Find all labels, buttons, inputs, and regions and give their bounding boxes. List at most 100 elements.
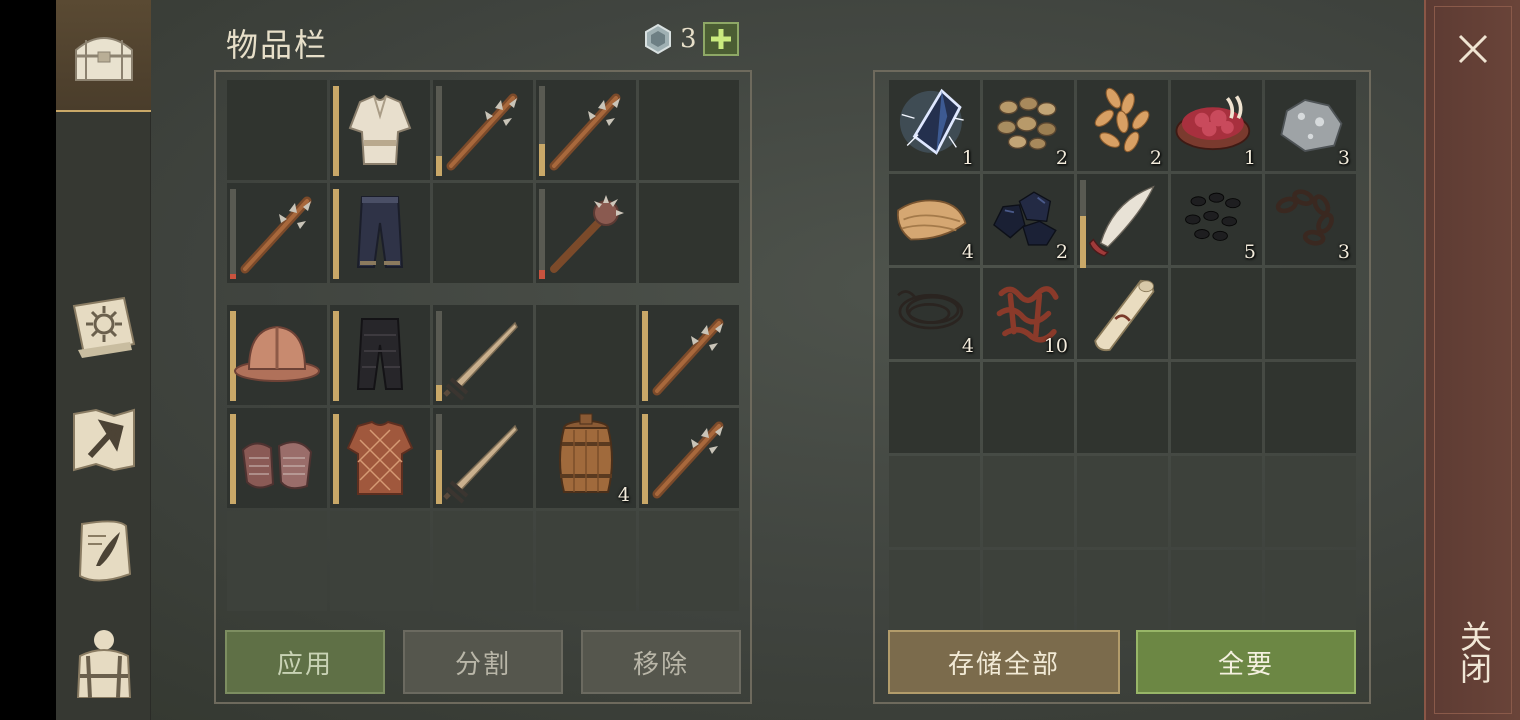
storage-grid: 1 2 2 1 3 4 2 5 3 4 10: [889, 80, 1356, 641]
empty-slot[interactable]: [983, 550, 1074, 641]
empty-slot[interactable]: [1171, 268, 1262, 359]
item-slot[interactable]: 2: [983, 80, 1074, 171]
item-slot[interactable]: [433, 408, 533, 508]
pants-icon: [356, 196, 404, 268]
side-nav: [56, 0, 151, 720]
sword-icon: [443, 321, 518, 401]
empty-slot[interactable]: [983, 456, 1074, 547]
empty-slot[interactable]: [1265, 268, 1356, 359]
spiked-club-icon: [240, 196, 312, 274]
item-quantity: 3: [1337, 147, 1350, 169]
item-slot[interactable]: 3: [1265, 174, 1356, 265]
item-quantity: 4: [961, 241, 974, 263]
chain-gloves-icon: [241, 441, 313, 490]
empty-slot[interactable]: [889, 362, 980, 453]
inventory-screen: 物品栏 3 4 1 2 2 1 3 4 2 5 3 4 10 应用 分割 移除 存储全部 全要 关闭: [0, 0, 1520, 720]
item-slot[interactable]: [330, 183, 430, 283]
empty-slot[interactable]: [1171, 456, 1262, 547]
item-slot[interactable]: 1: [1171, 80, 1262, 171]
item-slot[interactable]: 2: [1077, 80, 1168, 171]
empty-slot[interactable]: [1077, 362, 1168, 453]
inventory-grid: 4: [227, 305, 739, 611]
item-slot[interactable]: 2: [983, 174, 1074, 265]
item-quantity: 4: [961, 335, 974, 357]
close-button[interactable]: [1448, 24, 1498, 74]
padded-armor-icon: [346, 420, 414, 495]
apply-button[interactable]: 应用: [225, 630, 385, 694]
remove-button[interactable]: 移除: [581, 630, 741, 694]
currency-amount: 3: [680, 24, 697, 54]
pants-dark-icon: [356, 318, 404, 390]
empty-slot[interactable]: [227, 80, 327, 180]
chest-icon[interactable]: [68, 20, 140, 92]
empty-slot[interactable]: [1077, 456, 1168, 547]
empty-slot[interactable]: [536, 305, 636, 405]
empty-slot[interactable]: [1171, 362, 1262, 453]
empty-slot[interactable]: [433, 511, 533, 611]
item-slot[interactable]: [433, 80, 533, 180]
item-slot[interactable]: 4: [536, 408, 636, 508]
item-quantity: 4: [617, 484, 630, 506]
split-button[interactable]: 分割: [403, 630, 563, 694]
empty-slot[interactable]: [330, 511, 430, 611]
empty-slot[interactable]: [983, 362, 1074, 453]
close-label[interactable]: 关闭: [1452, 612, 1496, 692]
item-slot[interactable]: [639, 305, 739, 405]
quest-scroll-icon[interactable]: [68, 516, 140, 588]
add-currency-button[interactable]: [702, 22, 739, 56]
empty-slot[interactable]: [889, 550, 980, 641]
item-quantity: 10: [1043, 335, 1068, 357]
item-slot[interactable]: [433, 305, 533, 405]
backpack-icon[interactable]: [68, 626, 140, 698]
empty-slot[interactable]: [1171, 550, 1262, 641]
item-quantity: 3: [1337, 241, 1350, 263]
empty-slot[interactable]: [433, 183, 533, 283]
item-slot[interactable]: [1077, 268, 1168, 359]
item-slot[interactable]: [536, 183, 636, 283]
crafting-map-icon[interactable]: [68, 404, 140, 476]
item-slot[interactable]: [330, 408, 430, 508]
spiked-club-icon: [652, 421, 724, 499]
sword-icon: [443, 424, 518, 504]
empty-slot[interactable]: [227, 511, 327, 611]
item-quantity: 5: [1243, 241, 1256, 263]
empty-slot[interactable]: [1265, 362, 1356, 453]
store-all-button[interactable]: 存储全部: [888, 630, 1120, 694]
item-slot[interactable]: 1: [889, 80, 980, 171]
item-slot[interactable]: 4: [889, 174, 980, 265]
item-slot[interactable]: 4: [889, 268, 980, 359]
item-quantity: 2: [1055, 147, 1068, 169]
empty-slot[interactable]: [536, 511, 636, 611]
shirt-icon: [348, 94, 412, 165]
item-slot[interactable]: [639, 408, 739, 508]
scroll-icon: [1094, 279, 1155, 352]
spiked-club-icon: [549, 93, 621, 171]
item-slot[interactable]: 10: [983, 268, 1074, 359]
sun-book-icon[interactable]: [68, 292, 140, 364]
item-slot[interactable]: 3: [1265, 80, 1356, 171]
empty-slot[interactable]: [1265, 550, 1356, 641]
helmet-icon: [234, 325, 320, 382]
item-slot[interactable]: [227, 183, 327, 283]
empty-slot[interactable]: [639, 511, 739, 611]
gem-coin-icon: [645, 23, 671, 55]
letterbox: [0, 0, 56, 720]
item-slot[interactable]: [330, 80, 430, 180]
page-title: 物品栏: [226, 26, 329, 64]
item-slot[interactable]: [536, 80, 636, 180]
item-slot[interactable]: [1077, 174, 1168, 270]
item-quantity: 1: [1243, 147, 1256, 169]
item-slot[interactable]: [227, 305, 327, 405]
take-all-button[interactable]: 全要: [1136, 630, 1356, 694]
empty-slot[interactable]: [889, 456, 980, 547]
empty-slot[interactable]: [639, 183, 739, 283]
spiked-club-icon: [446, 93, 518, 171]
empty-slot[interactable]: [1077, 550, 1168, 641]
empty-slot[interactable]: [639, 80, 739, 180]
item-slot[interactable]: [227, 408, 327, 508]
empty-slot[interactable]: [1265, 456, 1356, 547]
item-slot[interactable]: 5: [1171, 174, 1262, 265]
item-slot[interactable]: [330, 305, 430, 405]
currency-display: 3: [642, 22, 739, 56]
item-quantity: 1: [961, 147, 974, 169]
